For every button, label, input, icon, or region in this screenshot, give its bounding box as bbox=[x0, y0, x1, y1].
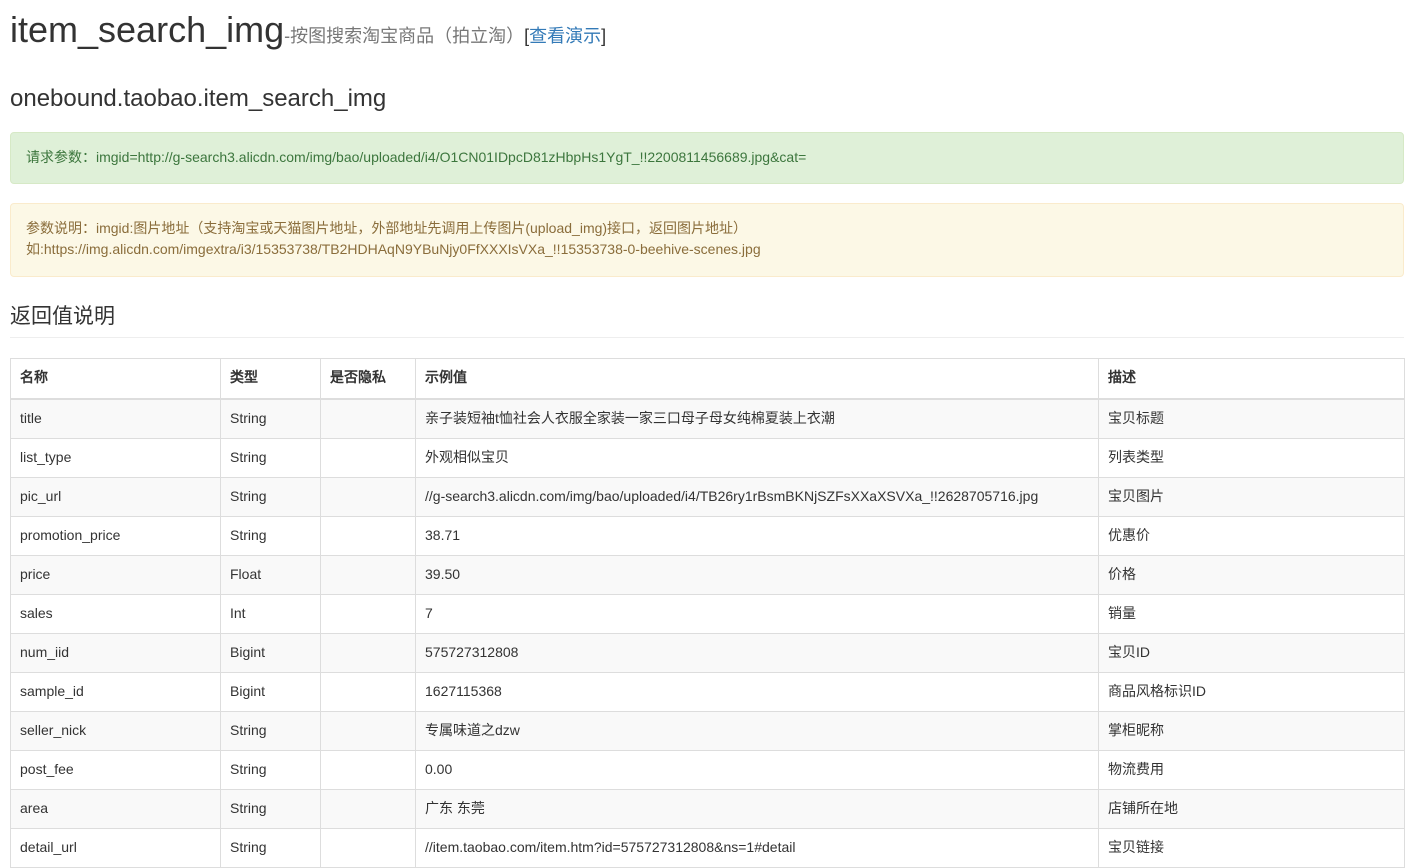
cell-example: 7 bbox=[415, 593, 1099, 634]
table-header-row: 名称 类型 是否隐私 示例值 描述 bbox=[10, 358, 1405, 401]
cell-private bbox=[320, 516, 416, 556]
cell-type: Float bbox=[220, 554, 321, 595]
cell-description: 宝贝ID bbox=[1098, 632, 1405, 673]
cell-name: pic_url bbox=[10, 477, 221, 517]
cell-example: 亲子装短袖t恤社会人衣服全家装一家三口母子母女纯棉夏装上衣潮 bbox=[415, 398, 1099, 440]
cell-type: String bbox=[220, 749, 321, 790]
cell-description: 列表类型 bbox=[1098, 438, 1405, 479]
cell-example: //g-search3.alicdn.com/img/bao/uploaded/… bbox=[415, 477, 1099, 517]
cell-example: 专属味道之dzw bbox=[415, 710, 1099, 751]
cell-example: 575727312808 bbox=[415, 632, 1099, 673]
cell-name: num_iid bbox=[10, 632, 221, 673]
cell-name: seller_nick bbox=[10, 710, 221, 751]
cell-description: 掌柜昵称 bbox=[1098, 710, 1405, 751]
table-row: sample_id Bigint 1627115368 商品风格标识ID bbox=[10, 671, 1405, 712]
cell-name: detail_url bbox=[10, 827, 221, 868]
cell-description: 价格 bbox=[1098, 554, 1405, 595]
cell-name: promotion_price bbox=[10, 516, 221, 556]
request-params-text: 请求参数：imgid=http://g-search3.alicdn.com/i… bbox=[26, 148, 807, 165]
param-description-line-1: 参数说明：imgid:图片地址（支持淘宝或天猫图片地址，外部地址先调用上传图片(… bbox=[26, 219, 748, 236]
cell-type: String bbox=[220, 438, 321, 479]
cell-description: 宝贝图片 bbox=[1098, 477, 1405, 517]
table-head: 名称 类型 是否隐私 示例值 描述 bbox=[10, 358, 1405, 401]
cell-name: sales bbox=[10, 593, 221, 634]
request-params-box: 请求参数：imgid=http://g-search3.alicdn.com/i… bbox=[10, 131, 1404, 184]
cell-private bbox=[320, 632, 416, 673]
bracket-close: ] bbox=[601, 26, 607, 46]
table-row: list_type String 外观相似宝贝 列表类型 bbox=[10, 438, 1405, 479]
cell-private bbox=[320, 593, 416, 634]
table-row: price Float 39.50 价格 bbox=[10, 554, 1405, 595]
cell-type: Bigint bbox=[220, 632, 321, 673]
api-id-text: item_search_img bbox=[10, 9, 285, 50]
column-header-example: 示例值 bbox=[415, 358, 1099, 401]
table-row: pic_url String //g-search3.alicdn.com/img/… bbox=[10, 477, 1405, 517]
cell-name: price bbox=[10, 554, 221, 595]
table-row: sales Int 7 销量 bbox=[10, 593, 1405, 634]
column-header-type: 类型 bbox=[220, 358, 321, 401]
column-header-name: 名称 bbox=[10, 358, 221, 401]
cell-example: //item.taobao.com/item.htm?id=5757273128… bbox=[415, 827, 1099, 868]
table-row: detail_url String //item.taobao.com/item.h… bbox=[10, 827, 1405, 868]
page-container: item_search_img-按图搜索淘宝商品（拍立淘）[查看演示] oneb… bbox=[0, 10, 1414, 868]
cell-description: 店铺所在地 bbox=[1098, 788, 1405, 829]
page-title: item_search_img-按图搜索淘宝商品（拍立淘）[查看演示] bbox=[10, 10, 1404, 50]
return-section-title: 返回值说明 bbox=[10, 305, 1404, 339]
cell-type: String bbox=[220, 477, 321, 517]
column-header-private: 是否隐私 bbox=[320, 358, 416, 401]
api-full-name: onebound.taobao.item_search_img bbox=[10, 84, 387, 112]
cell-example: 广东 东莞 bbox=[415, 788, 1099, 829]
cell-name: sample_id bbox=[10, 671, 221, 712]
table-row: title String 亲子装短袖t恤社会人衣服全家装一家三口母子母女纯棉夏装上衣… bbox=[10, 398, 1405, 440]
cell-description: 销量 bbox=[1098, 593, 1405, 634]
cell-private bbox=[320, 827, 416, 868]
cell-type: String bbox=[220, 827, 321, 868]
cell-name: area bbox=[10, 788, 221, 829]
table-row: post_fee String 0.00 物流费用 bbox=[10, 749, 1405, 790]
cell-private bbox=[320, 671, 416, 712]
cell-private bbox=[320, 477, 416, 517]
param-description-line-2: 如:https://img.alicdn.com/imgextra/i3/153… bbox=[26, 240, 761, 257]
cell-example: 38.71 bbox=[415, 516, 1099, 556]
cell-example: 0.00 bbox=[415, 749, 1099, 790]
cell-type: String bbox=[220, 516, 321, 556]
param-description-box: 参数说明：imgid:图片地址（支持淘宝或天猫图片地址，外部地址先调用上传图片(… bbox=[10, 202, 1404, 277]
column-header-desc: 描述 bbox=[1098, 358, 1405, 401]
cell-name: list_type bbox=[10, 438, 221, 479]
cell-description: 优惠价 bbox=[1098, 516, 1405, 556]
return-values-table: 名称 类型 是否隐私 示例值 描述 title String 亲子装短袖t恤社会人衣… bbox=[10, 358, 1405, 868]
cell-example: 外观相似宝贝 bbox=[415, 438, 1099, 479]
cell-private bbox=[320, 788, 416, 829]
cell-private bbox=[320, 438, 416, 479]
cell-example: 39.50 bbox=[415, 554, 1099, 595]
cell-description: 商品风格标识ID bbox=[1098, 671, 1405, 712]
cell-private bbox=[320, 749, 416, 790]
table-row: promotion_price String 38.71 优惠价 bbox=[10, 516, 1405, 556]
table-row: seller_nick String 专属味道之dzw 掌柜昵称 bbox=[10, 710, 1405, 751]
table-row: num_iid Bigint 575727312808 宝贝ID bbox=[10, 632, 1405, 673]
cell-type: String bbox=[220, 398, 321, 440]
cell-description: 宝贝链接 bbox=[1098, 827, 1405, 868]
cell-name: post_fee bbox=[10, 749, 221, 790]
cell-example: 1627115368 bbox=[415, 671, 1099, 712]
view-demo-link[interactable]: 查看演示 bbox=[529, 26, 601, 46]
cell-private bbox=[320, 554, 416, 595]
cell-type: Bigint bbox=[220, 671, 321, 712]
api-subtitle-text: 按图搜索淘宝商品（拍立淘） bbox=[290, 26, 525, 46]
table-body: title String 亲子装短袖t恤社会人衣服全家装一家三口母子母女纯棉夏装上衣… bbox=[10, 398, 1405, 868]
cell-name: title bbox=[10, 398, 221, 440]
cell-private bbox=[320, 398, 416, 440]
cell-private bbox=[320, 710, 416, 751]
cell-description: 物流费用 bbox=[1098, 749, 1405, 790]
cell-type: String bbox=[220, 710, 321, 751]
cell-type: String bbox=[220, 788, 321, 829]
cell-description: 宝贝标题 bbox=[1098, 398, 1405, 440]
cell-type: Int bbox=[220, 593, 321, 634]
table-row: area String 广东 东莞 店铺所在地 bbox=[10, 788, 1405, 829]
page-header: item_search_img-按图搜索淘宝商品（拍立淘）[查看演示] bbox=[10, 10, 1404, 50]
